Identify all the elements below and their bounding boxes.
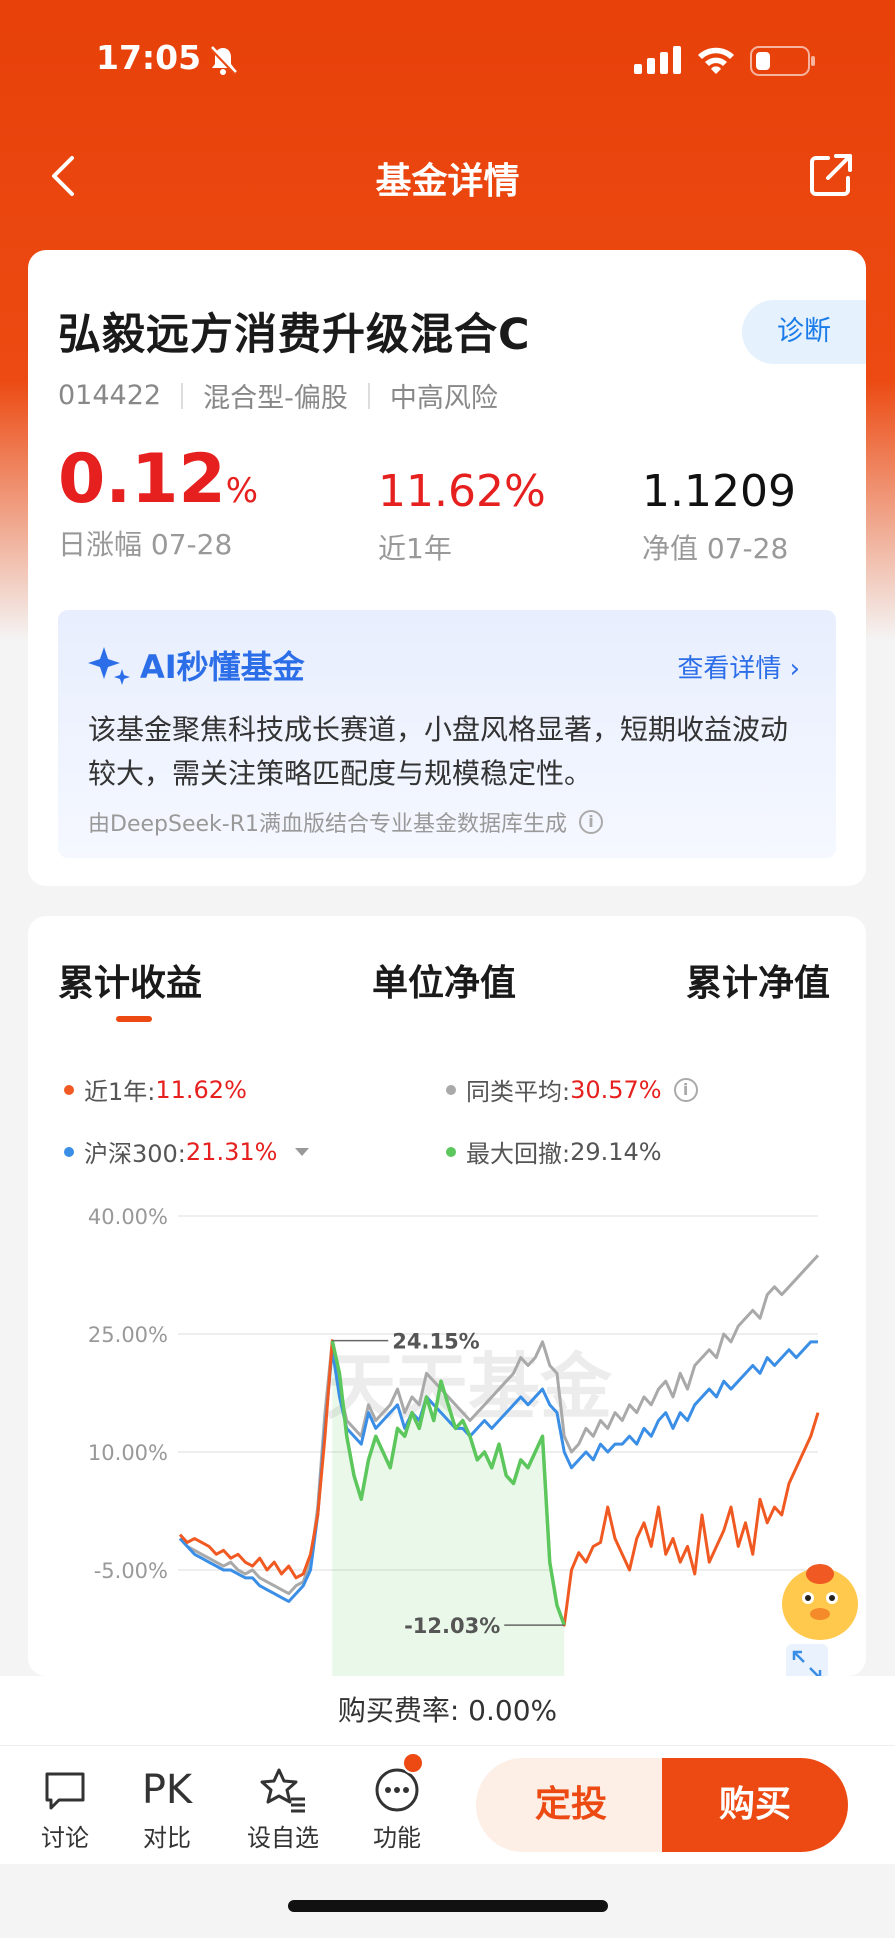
buy-button[interactable]: 购买 bbox=[662, 1758, 848, 1852]
legend-dot bbox=[64, 1084, 74, 1095]
legend-index-value: 21.31% bbox=[185, 1137, 278, 1166]
functions-label: 功能 bbox=[373, 1824, 421, 1852]
info-icon[interactable]: i bbox=[578, 810, 603, 834]
expand-icon[interactable] bbox=[786, 1644, 828, 1676]
diagnose-button[interactable]: 诊断 bbox=[742, 300, 866, 364]
nav-value: 1.1209 bbox=[642, 466, 796, 517]
high-annotation: 24.15% bbox=[392, 1330, 479, 1354]
year-return-label: 近1年 bbox=[378, 532, 452, 565]
legend-peer-value: 30.57% bbox=[570, 1075, 662, 1104]
chevron-down-icon[interactable] bbox=[295, 1147, 310, 1156]
functions-button[interactable]: 功能 bbox=[352, 1762, 442, 1853]
ai-title-text: AI秒懂基金 bbox=[140, 648, 305, 686]
legend-peer: 同类平均: 30.57% i bbox=[446, 1072, 698, 1107]
add-watchlist-button[interactable]: 设自选 bbox=[238, 1762, 328, 1853]
legend-drawdown: 最大回撤: 29.14% bbox=[446, 1134, 662, 1169]
y-tick-label: -5.00% bbox=[94, 1559, 168, 1583]
mascot-icon[interactable] bbox=[782, 1564, 858, 1640]
status-time: 17:05 bbox=[96, 38, 202, 77]
legend-drawdown-value: 29.14% bbox=[570, 1137, 662, 1166]
fund-meta: 014422 混合型-偏股 中高风险 bbox=[58, 376, 498, 415]
y-tick-label: 10.00% bbox=[88, 1441, 168, 1465]
legend-fund-value: 11.62% bbox=[155, 1075, 247, 1104]
daily-change-stat: 0.12% 日涨幅 07-28 bbox=[58, 440, 258, 563]
fund-name: 弘毅远方消费升级混合C bbox=[58, 310, 531, 360]
purchase-fee: 购买费率: 0.00% bbox=[0, 1676, 895, 1746]
discuss-button[interactable]: 讨论 bbox=[20, 1762, 110, 1853]
legend-fund: 近1年: 11.62% bbox=[64, 1072, 247, 1107]
y-tick-label: 25.00% bbox=[88, 1323, 168, 1347]
divider bbox=[367, 382, 370, 409]
low-annotation: -12.03% bbox=[404, 1614, 500, 1638]
legend-fund-label: 近1年: bbox=[84, 1078, 156, 1106]
page-title: 基金详情 bbox=[375, 161, 520, 202]
signal-icon bbox=[634, 46, 681, 74]
discuss-label: 讨论 bbox=[41, 1824, 89, 1852]
nav-value-label: 净值 07-28 bbox=[642, 532, 789, 565]
star-list-icon bbox=[260, 1768, 305, 1813]
bell-muted-icon bbox=[209, 46, 238, 76]
daily-change-unit: % bbox=[225, 471, 259, 511]
performance-card: 累计收益 单位净值 累计净值 近1年: 11.62% 同类平均: 30.57% … bbox=[28, 916, 866, 1676]
ai-summary-text: 该基金聚焦科技成长赛道，小盘风格显著，短期收益波动较大，需关注策略匹配度与规模稳… bbox=[88, 713, 789, 790]
chat-icon bbox=[45, 1772, 85, 1810]
fund-risk: 中高风险 bbox=[389, 383, 498, 414]
legend-dot bbox=[446, 1084, 456, 1095]
ai-title: AI秒懂基金 bbox=[88, 642, 305, 688]
fund-type: 混合型-偏股 bbox=[203, 383, 348, 414]
ai-footer-text: 由DeepSeek-R1满血版结合专业基金数据库生成 bbox=[88, 812, 567, 837]
legend-peer-label: 同类平均: bbox=[466, 1078, 571, 1106]
legend-dot bbox=[64, 1146, 74, 1157]
daily-change-value: 0.12 bbox=[58, 440, 226, 519]
year-return-value: 11.62% bbox=[378, 466, 546, 517]
ai-view-details-link[interactable]: 查看详情 › bbox=[677, 648, 800, 685]
add-watchlist-label: 设自选 bbox=[247, 1824, 319, 1852]
status-bar: 17:05 bbox=[0, 0, 895, 120]
share-icon[interactable] bbox=[808, 152, 854, 198]
legend-dot bbox=[446, 1146, 456, 1157]
y-tick-label: 40.00% bbox=[88, 1205, 168, 1229]
fund-summary-card: 弘毅远方消费升级混合C 诊断 014422 混合型-偏股 中高风险 0.12% … bbox=[28, 250, 866, 886]
wifi-icon bbox=[698, 47, 734, 74]
legend-index-label: 沪深300: bbox=[84, 1140, 186, 1168]
divider bbox=[181, 382, 184, 409]
active-tab-indicator bbox=[116, 1016, 152, 1022]
pk-icon: PK bbox=[141, 1767, 193, 1813]
ai-summary-box[interactable]: AI秒懂基金 查看详情 › 该基金聚焦科技成长赛道，小盘风格显著，短期收益波动较… bbox=[58, 610, 836, 858]
legend-drawdown-label: 最大回撤: bbox=[466, 1140, 571, 1168]
daily-change-label: 日涨幅 07-28 bbox=[58, 528, 233, 561]
nav-value-stat: 1.1209 净值 07-28 bbox=[642, 466, 796, 567]
battery-icon bbox=[750, 46, 815, 76]
home-indicator[interactable] bbox=[288, 1900, 608, 1912]
tab-unit-nav[interactable]: 单位净值 bbox=[372, 954, 516, 1006]
ai-footer: 由DeepSeek-R1满血版结合专业基金数据库生成 i bbox=[88, 806, 603, 838]
legend-index[interactable]: 沪深300: 21.31% bbox=[64, 1134, 310, 1169]
fund-code: 014422 bbox=[58, 380, 162, 411]
return-chart[interactable]: 40.00%25.00%10.00%-5.00%天天基金24.15%-12.03… bbox=[28, 1180, 866, 1676]
nav-bar: 基金详情 bbox=[0, 140, 895, 210]
info-icon[interactable]: i bbox=[673, 1077, 698, 1102]
compare-label: 对比 bbox=[143, 1824, 191, 1852]
notification-dot bbox=[402, 1752, 424, 1774]
year-return-stat: 11.62% 近1年 bbox=[378, 466, 546, 567]
tab-cumulative-return[interactable]: 累计收益 bbox=[58, 954, 202, 1006]
auto-invest-button[interactable]: 定投 bbox=[476, 1758, 666, 1852]
tab-cumulative-nav[interactable]: 累计净值 bbox=[686, 954, 830, 1006]
sparkle-icon bbox=[88, 647, 130, 685]
compare-button[interactable]: PK 对比 bbox=[122, 1762, 212, 1853]
